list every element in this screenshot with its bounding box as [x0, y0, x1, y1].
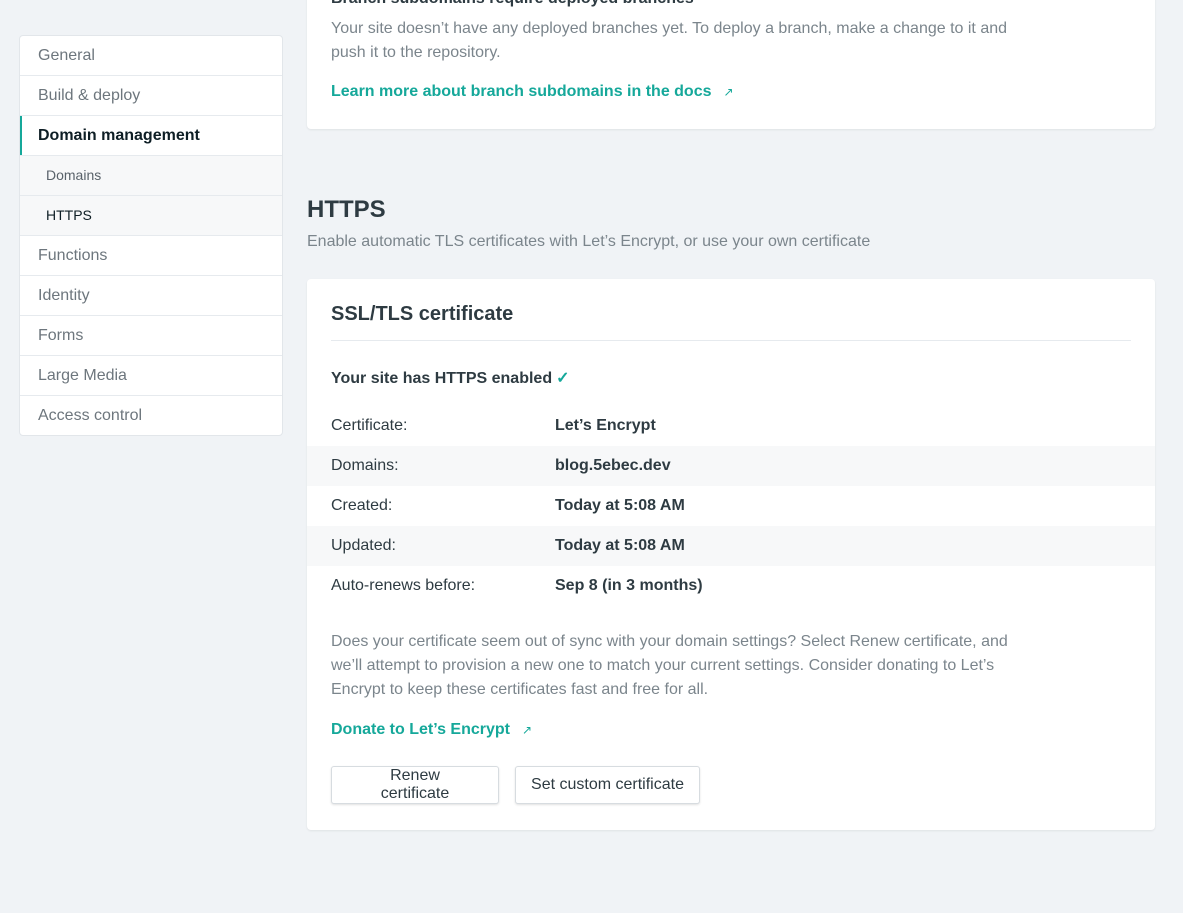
renew-note: Does your certificate seem out of sync w…	[331, 633, 1008, 698]
sidebar-item-identity[interactable]: Identity	[20, 276, 282, 316]
certificate-details: Certificate: Let’s Encrypt Domains: blog…	[307, 406, 1155, 606]
sidebar-item-forms[interactable]: Forms	[20, 316, 282, 356]
renew-certificate-button[interactable]: Renew certificate	[331, 766, 499, 804]
detail-label: Certificate:	[331, 417, 408, 434]
sidebar-subitem-domains[interactable]: Domains	[20, 156, 282, 196]
https-status: Your site has HTTPS enabled ✓	[331, 368, 570, 388]
branch-subdomains-card: Branch subdomains require deployed branc…	[307, 0, 1155, 129]
sidebar-subitem-https[interactable]: HTTPS	[20, 196, 282, 236]
detail-label: Created:	[331, 497, 393, 514]
branch-subdomains-heading: Branch subdomains require deployed branc…	[331, 0, 694, 8]
divider	[331, 340, 1131, 341]
branch-subdomains-docs-link[interactable]: Learn more about branch subdomains in th…	[331, 83, 734, 101]
set-custom-certificate-button[interactable]: Set custom certificate	[515, 766, 700, 804]
branch-subdomains-description: Your site doesn’t have any deployed bran…	[331, 20, 1008, 61]
detail-row-auto-renews: Auto-renews before: Sep 8 (in 3 months)	[307, 566, 1155, 606]
detail-row-updated: Updated: Today at 5:08 AM	[307, 526, 1155, 566]
sidebar-item-large-media[interactable]: Large Media	[20, 356, 282, 396]
detail-label: Auto-renews before:	[331, 577, 476, 594]
detail-value: Today at 5:08 AM	[555, 537, 685, 554]
sidebar-item-functions[interactable]: Functions	[20, 236, 282, 276]
donate-link-label: Donate to Let’s Encrypt	[331, 721, 510, 738]
donate-lets-encrypt-link[interactable]: Donate to Let’s Encrypt ↗	[331, 721, 532, 739]
detail-value: Today at 5:08 AM	[555, 497, 685, 514]
sidebar-item-domain-management[interactable]: Domain management	[20, 116, 282, 156]
external-link-icon: ↗	[521, 723, 533, 737]
sidebar-item-build-deploy[interactable]: Build & deploy	[20, 76, 282, 116]
sidebar-item-general[interactable]: General	[20, 36, 282, 76]
https-section-subtitle: Enable automatic TLS certificates with L…	[307, 233, 871, 250]
detail-value: Sep 8 (in 3 months)	[555, 577, 703, 594]
detail-row-domains: Domains: blog.5ebec.dev	[307, 446, 1155, 486]
sidebar-item-access-control[interactable]: Access control	[20, 396, 282, 435]
https-section-title: HTTPS	[307, 196, 386, 223]
detail-value: Let’s Encrypt	[555, 417, 656, 434]
detail-label: Updated:	[331, 537, 396, 554]
https-status-text: Your site has HTTPS enabled	[331, 370, 553, 387]
check-icon: ✓	[556, 370, 570, 387]
settings-sidebar: General Build & deploy Domain management…	[19, 35, 283, 436]
detail-row-certificate: Certificate: Let’s Encrypt	[307, 406, 1155, 446]
branch-subdomains-docs-link-label: Learn more about branch subdomains in th…	[331, 83, 712, 100]
detail-row-created: Created: Today at 5:08 AM	[307, 486, 1155, 526]
external-link-icon: ↗	[723, 85, 734, 99]
detail-label: Domains:	[331, 457, 399, 474]
detail-value: blog.5ebec.dev	[555, 457, 671, 474]
ssl-certificate-card: SSL/TLS certificate Your site has HTTPS …	[307, 279, 1155, 830]
ssl-card-title: SSL/TLS certificate	[331, 303, 514, 325]
